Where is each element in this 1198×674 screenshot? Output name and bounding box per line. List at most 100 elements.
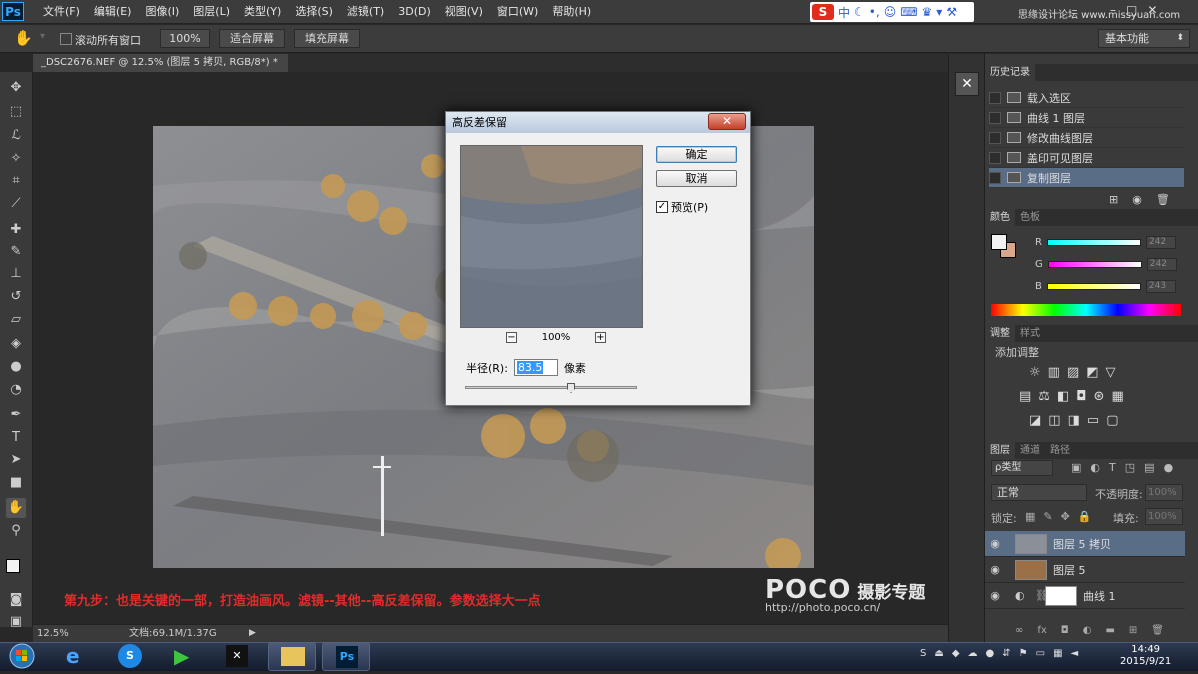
type-filter-icon[interactable]: T bbox=[1109, 461, 1116, 474]
layer-row-selected[interactable]: ◉ 图层 5 拷贝 bbox=[985, 531, 1185, 557]
curves-icon[interactable]: ▨ bbox=[1067, 365, 1079, 380]
sogou-browser-taskbar-icon[interactable]: S bbox=[106, 642, 154, 671]
history-brush-tool-icon[interactable]: ↺ bbox=[6, 287, 26, 307]
explorer-taskbar-icon[interactable] bbox=[268, 642, 316, 671]
history-snapshot-checkbox[interactable] bbox=[989, 91, 1001, 104]
menu-edit[interactable]: 编辑(E) bbox=[87, 0, 139, 24]
delete-layer-icon[interactable]: 🗑 bbox=[1151, 625, 1164, 636]
hand-tool-icon[interactable]: ✋ bbox=[6, 498, 26, 518]
media-player-taskbar-icon[interactable]: ▶ bbox=[160, 642, 208, 671]
shirt-icon[interactable]: ▾ bbox=[936, 5, 942, 19]
eye-icon[interactable]: ◉ bbox=[985, 563, 1005, 576]
wrench-icon[interactable]: ⚒ bbox=[946, 5, 957, 19]
marquee-tool-icon[interactable]: ⬚ bbox=[6, 102, 26, 122]
layer-name[interactable]: 图层 5 拷贝 bbox=[1053, 536, 1111, 552]
skin-icon[interactable]: ♛ bbox=[922, 5, 933, 19]
fill-screen-button[interactable]: 填充屏幕 bbox=[294, 29, 360, 48]
red-value[interactable]: 242 bbox=[1145, 235, 1176, 249]
opacity-input[interactable]: 100% bbox=[1145, 484, 1183, 501]
layer-row[interactable]: ◉ 图层 5 bbox=[985, 557, 1185, 583]
history-snapshot-checkbox[interactable] bbox=[989, 171, 1001, 184]
new-document-icon[interactable]: ⊞ bbox=[1109, 193, 1118, 206]
dialog-titlebar[interactable]: 高反差保留 bbox=[446, 112, 750, 133]
tool-preset-arrow-icon[interactable]: ▾ bbox=[40, 31, 45, 42]
preview-toggle[interactable]: ✓ 预览(P) bbox=[656, 199, 708, 215]
menu-file[interactable]: 文件(F) bbox=[36, 0, 87, 24]
zoom-out-button[interactable]: − bbox=[506, 332, 517, 343]
history-item[interactable]: 曲线 1 图层 bbox=[989, 108, 1184, 128]
posterize-icon[interactable]: ◫ bbox=[1048, 413, 1060, 428]
channel-mixer-icon[interactable]: ⊛ bbox=[1094, 389, 1105, 404]
color-balance-icon[interactable]: ⚖ bbox=[1038, 389, 1050, 404]
moon-icon[interactable]: ☾ bbox=[854, 5, 865, 19]
tab-layers[interactable]: 图层 bbox=[985, 442, 1015, 459]
security-tray-icon[interactable]: ◆ bbox=[952, 648, 960, 659]
gradient-map-icon[interactable]: ▭ bbox=[1087, 413, 1099, 428]
lock-position-icon[interactable]: ✥ bbox=[1061, 510, 1070, 523]
shape-tool-icon[interactable]: ■ bbox=[6, 473, 26, 493]
crop-tool-icon[interactable]: ⌗ bbox=[6, 171, 26, 191]
paint-bucket-tool-icon[interactable]: ◈ bbox=[6, 334, 26, 354]
arrow-tray-icon[interactable]: ⇵ bbox=[1002, 648, 1010, 659]
color-lookup-icon[interactable]: ▦ bbox=[1111, 389, 1123, 404]
ok-button[interactable]: 确定 bbox=[656, 146, 737, 163]
minimize-icon[interactable]: – bbox=[1110, 3, 1116, 17]
status-zoom[interactable]: 12.5% bbox=[37, 625, 69, 642]
menu-select[interactable]: 选择(S) bbox=[288, 0, 340, 24]
ime-mode[interactable]: 中 bbox=[838, 4, 850, 21]
zoom-tool-icon[interactable]: ⚲ bbox=[6, 521, 26, 541]
blend-mode-select[interactable]: 正常 bbox=[991, 484, 1087, 501]
smiley-icon[interactable]: ☺ bbox=[884, 5, 897, 19]
tab-swatches[interactable]: 色板 bbox=[1015, 209, 1045, 226]
lock-all-icon[interactable]: 🔒 bbox=[1078, 510, 1092, 523]
fill-input[interactable]: 100% bbox=[1145, 508, 1183, 525]
cloud-tray-icon[interactable]: ☁ bbox=[968, 648, 978, 659]
zoom-100-button[interactable]: 100% bbox=[160, 29, 210, 48]
shape-filter-icon[interactable]: ◳ bbox=[1125, 461, 1135, 474]
tab-color[interactable]: 颜色 bbox=[985, 209, 1015, 226]
filter-toggle-icon[interactable]: ● bbox=[1164, 461, 1174, 474]
dialog-close-button[interactable]: ✕ bbox=[708, 113, 746, 130]
layer-filter-select[interactable]: ρ类型 bbox=[991, 460, 1053, 476]
layer-name[interactable]: 图层 5 bbox=[1053, 562, 1086, 578]
photoshop-taskbar-icon[interactable]: Ps bbox=[322, 642, 370, 671]
new-layer-icon[interactable]: ⊞ bbox=[1129, 625, 1137, 636]
stamp-tool-icon[interactable]: ⊥ bbox=[6, 264, 26, 284]
cancel-button[interactable]: 取消 bbox=[656, 170, 737, 187]
color-spectrum[interactable] bbox=[991, 304, 1181, 316]
flag-tray-icon[interactable]: ⚑ bbox=[1019, 648, 1028, 659]
history-snapshot-checkbox[interactable] bbox=[989, 131, 1001, 144]
link-layers-icon[interactable]: ∞ bbox=[1015, 625, 1023, 636]
move-tool-icon[interactable]: ✥ bbox=[6, 78, 26, 98]
volume-tray-icon[interactable]: ◄ bbox=[1071, 648, 1079, 659]
green-slider[interactable] bbox=[1047, 260, 1142, 268]
menu-help[interactable]: 帮助(H) bbox=[545, 0, 598, 24]
screen-mode-icon[interactable]: ▣ bbox=[6, 612, 26, 632]
taskbar-clock[interactable]: 14:49 2015/9/21 bbox=[1120, 644, 1171, 668]
lock-pixels-icon[interactable]: ✎ bbox=[1043, 510, 1052, 523]
green-value[interactable]: 242 bbox=[1146, 257, 1177, 271]
trash-icon[interactable]: 🗑 bbox=[1156, 193, 1170, 206]
fit-screen-button[interactable]: 适合屏幕 bbox=[219, 29, 285, 48]
threshold-icon[interactable]: ◨ bbox=[1068, 413, 1080, 428]
start-button[interactable] bbox=[2, 642, 42, 671]
terminal-taskbar-icon[interactable]: ✕ bbox=[214, 642, 262, 671]
vibrance-icon[interactable]: ▽ bbox=[1106, 365, 1116, 380]
tools-close-icon[interactable]: ✕ bbox=[955, 72, 979, 96]
layer-name[interactable]: 曲线 1 bbox=[1083, 588, 1116, 604]
magic-wand-tool-icon[interactable]: ✧ bbox=[6, 149, 26, 169]
history-item-selected[interactable]: 复制图层 bbox=[989, 168, 1184, 188]
add-mask-icon[interactable]: ◘ bbox=[1061, 625, 1069, 636]
fx-icon[interactable]: fx bbox=[1037, 625, 1046, 636]
dodge-tool-icon[interactable]: ◔ bbox=[6, 380, 26, 400]
lasso-tool-icon[interactable]: ℒ bbox=[6, 126, 26, 146]
sogou-tray-icon[interactable]: S bbox=[920, 648, 926, 659]
path-select-tool-icon[interactable]: ➤ bbox=[6, 450, 26, 470]
tab-adjustments[interactable]: 调整 bbox=[985, 325, 1015, 342]
eyedropper-tool-icon[interactable]: ⟋ bbox=[6, 194, 26, 214]
scroll-all-checkbox[interactable] bbox=[60, 33, 72, 45]
punctuation-icon[interactable]: •, bbox=[869, 5, 880, 19]
eraser-tool-icon[interactable]: ▱ bbox=[6, 310, 26, 330]
brightness-icon[interactable]: ☼ bbox=[1029, 365, 1041, 380]
blue-slider[interactable] bbox=[1046, 282, 1141, 290]
